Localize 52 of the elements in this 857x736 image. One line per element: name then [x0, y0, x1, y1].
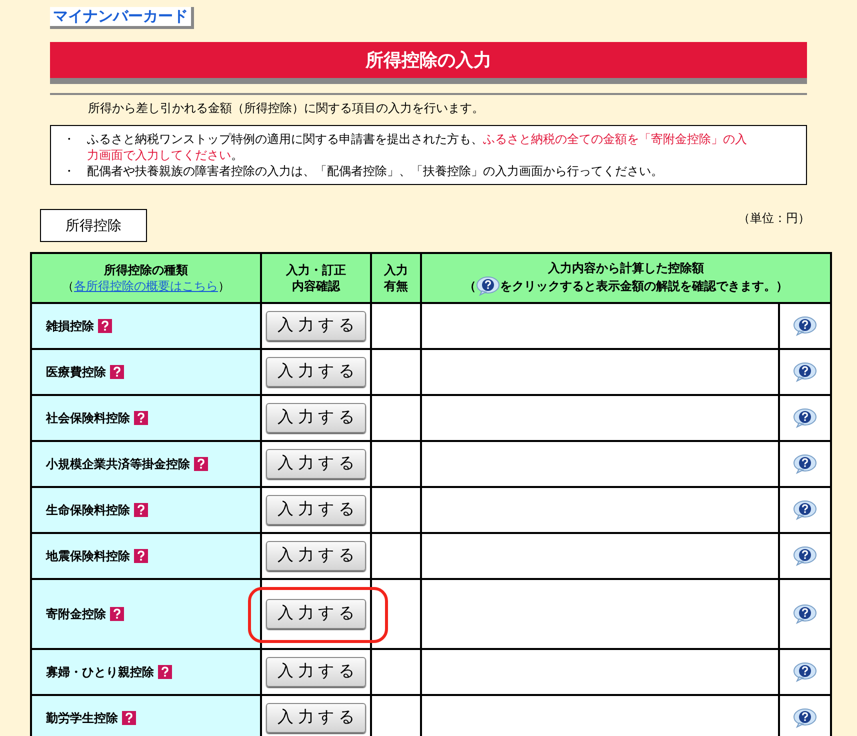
bullet: ・: [63, 163, 76, 179]
help-bubble-icon[interactable]: [793, 316, 817, 336]
input-button[interactable]: 入 力 す る: [266, 541, 366, 571]
help-icon[interactable]: [110, 607, 124, 621]
help-icon[interactable]: [194, 457, 208, 471]
help-icon[interactable]: [110, 365, 124, 379]
help-icon[interactable]: [134, 411, 148, 425]
help-icon[interactable]: [98, 319, 112, 333]
help-bubble-icon[interactable]: [476, 276, 500, 296]
help-bubble-icon[interactable]: [793, 604, 817, 624]
help-icon[interactable]: [158, 665, 172, 679]
deduction-name: 勤労学生控除: [46, 710, 118, 727]
input-button[interactable]: 入 力 す る: [266, 357, 366, 387]
deduction-name: 地震保険料控除: [46, 548, 130, 565]
input-button[interactable]: 入 力 す る: [266, 495, 366, 525]
header-text: 内容確認: [291, 278, 342, 294]
input-button[interactable]: 入 力 す る: [266, 703, 366, 733]
header-cell: 所得控除の種類 （各所得控除の概要はこちら）: [31, 253, 261, 303]
deduction-name: 生命保険料控除: [46, 502, 130, 519]
help-icon[interactable]: [134, 549, 148, 563]
deduction-name: 社会保険料控除: [46, 410, 130, 427]
notice-text: ふるさと納税ワンストップ特例の適用に関する申請書を提出された方も、ふるさと納税の全ての金額を「寄附金控除」の入力画面で入力してください。: [87, 131, 748, 163]
page-title: 所得控除の入力: [50, 42, 807, 84]
help-bubble-icon[interactable]: [793, 408, 817, 428]
input-button[interactable]: 入 力 す る: [266, 599, 366, 629]
input-button[interactable]: 入 力 す る: [266, 311, 366, 341]
help-bubble-icon[interactable]: [793, 546, 817, 566]
bullet: ・: [63, 131, 76, 148]
header-text: 入力・訂正: [285, 262, 347, 278]
deduction-name: 医療費控除: [46, 364, 106, 381]
header-text: 入力: [383, 262, 409, 278]
input-button[interactable]: 入 力 す る: [266, 403, 366, 433]
help-bubble-icon[interactable]: [793, 708, 817, 728]
notice-text: 配偶者や扶養親族の障害者控除の入力は、「配偶者控除」、「扶養控除」の入力画面から行ってください。: [87, 163, 664, 179]
deduction-name: 雑損控除: [46, 318, 94, 335]
help-icon[interactable]: [122, 711, 136, 725]
intro-text: 所得から差し引かれる金額（所得控除）に関する項目の入力を行います。: [87, 100, 485, 116]
header-text: 有無: [382, 278, 409, 294]
deduction-name: 寡婦・ひとり親控除: [46, 664, 154, 681]
help-bubble-icon[interactable]: [793, 362, 817, 382]
help-bubble-icon[interactable]: [793, 500, 817, 520]
input-button[interactable]: 入 力 す る: [266, 657, 366, 687]
deduction-name: 小規模企業共済等掛金控除: [46, 456, 190, 473]
deduction-name: 寄附金控除: [46, 606, 106, 623]
help-bubble-icon[interactable]: [793, 662, 817, 682]
help-icon[interactable]: [134, 503, 148, 517]
help-bubble-icon[interactable]: [793, 454, 817, 474]
input-button[interactable]: 入 力 す る: [266, 449, 366, 479]
card-link[interactable]: マイナンバーカード: [50, 7, 194, 29]
unit-label: （単位：円）: [738, 210, 810, 227]
section-label: 所得控除: [40, 209, 147, 242]
overview-link[interactable]: 各所得控除の概要はこちら: [74, 279, 218, 293]
